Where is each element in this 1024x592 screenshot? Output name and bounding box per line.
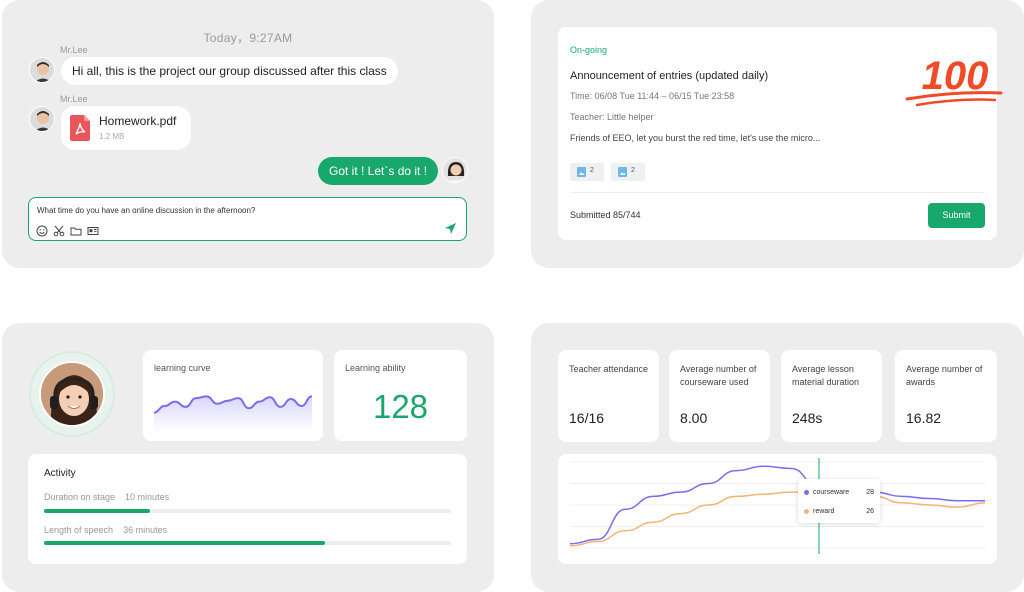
activity-label: Duration on stage 10 minutes <box>44 492 169 502</box>
announcement-title: Announcement of entries (updated daily) <box>570 70 769 82</box>
avatar[interactable] <box>442 157 468 183</box>
progress-track <box>44 509 451 513</box>
woman-avatar-icon <box>443 158 467 182</box>
attachment-chip[interactable]: 2 <box>570 163 604 181</box>
learning-panel: learning curve Learning ability 128 Acti… <box>2 323 494 592</box>
pdf-icon <box>70 115 90 141</box>
stat-label: Teacher attendance <box>569 364 649 374</box>
stat-label: Average number of courseware used <box>680 364 757 387</box>
folder-icon[interactable] <box>70 225 82 237</box>
man-avatar-icon <box>30 58 54 82</box>
sender-name: Mr.Lee <box>60 94 88 104</box>
tooltip-series-value: 26 <box>866 508 874 515</box>
status-badge: On-going <box>570 45 608 55</box>
stat-card[interactable]: Teacher attendance 16/16 <box>558 350 659 442</box>
activity-card: Activity Duration on stage 10 minutes Len… <box>28 454 467 564</box>
progress-fill <box>44 509 150 513</box>
chat-panel: Today，9:27AM Mr.Lee Hi all, this is the … <box>2 0 494 268</box>
student-avatar[interactable] <box>39 361 105 427</box>
activity-value: 10 minutes <box>125 492 170 502</box>
activity-value: 36 minutes <box>123 525 168 535</box>
stat-value: 248s <box>792 410 823 426</box>
announcement-excerpt: Friends of EEO, let you burst the red ti… <box>570 133 821 143</box>
id-card-icon[interactable] <box>87 225 99 237</box>
activity-name: Length of speech <box>44 525 114 535</box>
announcement-teacher: Teacher: Little helper <box>570 112 654 122</box>
image-file-icon <box>618 167 627 177</box>
man-avatar-icon <box>30 107 54 131</box>
announcement-panel: On-going Announcement of entries (update… <box>531 0 1024 268</box>
chat-timestamp: Today，9:27AM <box>203 31 293 45</box>
activity-title: Activity <box>44 468 76 479</box>
file-size: 1.2 MB <box>99 132 125 141</box>
stat-card[interactable]: Average lesson material duration 248s <box>781 350 882 442</box>
stat-card[interactable]: Average number of awards 16.82 <box>895 350 997 442</box>
stat-value: 8.00 <box>680 410 708 426</box>
student-photo-icon <box>41 363 103 425</box>
file-name: Homework.pdf <box>99 114 177 128</box>
send-icon[interactable] <box>444 222 457 235</box>
student-avatar-frame <box>29 351 115 437</box>
tooltip-series-name: reward <box>813 508 835 515</box>
image-file-icon <box>577 167 586 177</box>
learning-curve-chart <box>154 395 312 432</box>
stat-value: 16.82 <box>906 410 942 426</box>
trend-chart <box>569 458 986 554</box>
chat-message-bubble[interactable]: Hi all, this is the project our group di… <box>61 57 398 85</box>
trend-chart-card[interactable]: courseware 28 reward 26 <box>558 454 997 564</box>
learning-ability-value: 128 <box>372 388 429 425</box>
tooltip-series-name: courseware <box>813 489 850 496</box>
learning-ability-card[interactable]: Learning ability 128 <box>334 350 467 441</box>
scissors-icon[interactable] <box>53 225 65 237</box>
tooltip-series-value: 28 <box>866 489 874 496</box>
learning-curve-label: learning curve <box>154 363 211 373</box>
reward-dot-icon <box>804 508 809 514</box>
chat-input-box[interactable] <box>28 197 467 241</box>
tooltip-row: reward 26 <box>804 508 874 515</box>
file-attachment[interactable]: Homework.pdf 1.2 MB <box>61 106 191 150</box>
sender-name: Mr.Lee <box>60 45 88 55</box>
learning-ability-label: Learning ability <box>345 363 406 373</box>
attachment-count: 2 <box>631 167 635 174</box>
announcement-time: Time: 06/08 Tue 11:44 – 06/15 Tue 23:58 <box>570 91 735 101</box>
stat-value: 16/16 <box>569 410 605 426</box>
progress-track <box>44 541 451 545</box>
hundred-points-stamp: 100 <box>905 54 1003 107</box>
learning-curve-card[interactable]: learning curve <box>143 350 323 441</box>
activity-label: Length of speech 36 minutes <box>44 525 167 535</box>
chart-tooltip: courseware 28 reward 26 <box>798 479 880 523</box>
attachment-chip[interactable]: 2 <box>611 163 645 181</box>
stats-panel: Teacher attendance 16/16 Average number … <box>531 323 1024 592</box>
submitted-count: Submitted 85/744 <box>570 210 641 220</box>
progress-fill <box>44 541 325 545</box>
reward-series-line <box>569 491 986 547</box>
chat-input[interactable] <box>37 206 417 215</box>
avatar[interactable] <box>29 57 55 83</box>
stat-label: Average number of awards <box>906 364 983 387</box>
announcement-card[interactable]: On-going Announcement of entries (update… <box>558 27 1003 240</box>
avatar[interactable] <box>29 106 55 132</box>
divider <box>570 192 985 193</box>
my-message-bubble[interactable]: Got it ! Let`s do it ! <box>318 157 439 185</box>
attachment-count: 2 <box>590 167 594 174</box>
emoji-icon[interactable] <box>36 225 48 237</box>
courseware-dot-icon <box>804 489 809 495</box>
tooltip-row: courseware 28 <box>804 489 874 496</box>
stat-card[interactable]: Average number of courseware used 8.00 <box>669 350 770 442</box>
stat-label: Average lesson material duration <box>792 364 860 387</box>
activity-name: Duration on stage <box>44 492 116 502</box>
submit-button[interactable]: Submit <box>928 203 985 228</box>
